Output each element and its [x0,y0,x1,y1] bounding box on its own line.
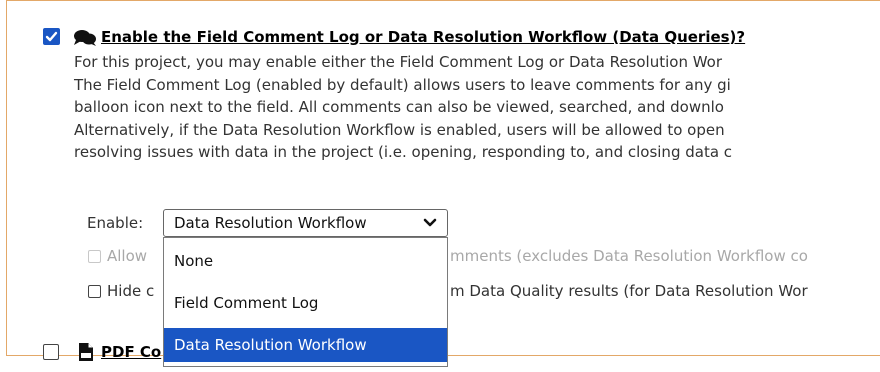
option-label: Data Resolution Workflow [174,336,367,354]
description-line: Alternatively, if the Data Resolution Wo… [74,120,725,139]
chevron-down-icon [423,218,437,227]
checkmark-icon [45,31,58,42]
option-label: Field Comment Log [174,294,319,312]
allow-comments-label-end: mments (excludes Data Resolution Workflo… [450,247,808,265]
section-title-pdf[interactable]: PDF Co [101,343,161,361]
option-label: None [174,252,214,270]
description-line: The Field Comment Log (enabled by defaul… [74,75,731,94]
description-line: For this project, you may enable either … [74,53,723,71]
enable-select-value: Data Resolution Workflow [174,214,367,232]
dropdown-option-data-resolution-workflow[interactable]: Data Resolution Workflow [164,328,447,362]
enable-dropdown-list: None Field Comment Log Data Resolution W… [163,237,448,367]
enable-comment-log-checkbox[interactable] [43,28,60,45]
dropdown-option-none[interactable]: None [164,244,447,278]
section-description: For this project, you may enable either … [74,51,732,164]
allow-comments-checkbox[interactable] [88,250,101,263]
description-line: resolving issues with data in the projec… [74,143,733,161]
pdf-section-checkbox[interactable] [43,344,59,360]
hide-closed-label-end: m Data Quality results (for Data Resolut… [450,282,808,300]
hide-closed-label-start: Hide c [107,282,155,300]
dropdown-option-field-comment-log[interactable]: Field Comment Log [164,286,447,320]
allow-comments-label-start: Allow [107,247,148,265]
comments-icon [74,30,96,46]
pdf-file-icon [79,343,93,361]
enable-label: Enable: [87,214,144,232]
section-title-comment-log[interactable]: Enable the Field Comment Log or Data Res… [101,28,745,46]
description-line: balloon icon next to the field. All comm… [74,98,724,116]
enable-select[interactable]: Data Resolution Workflow [163,209,448,237]
hide-closed-queries-checkbox[interactable] [88,285,101,298]
